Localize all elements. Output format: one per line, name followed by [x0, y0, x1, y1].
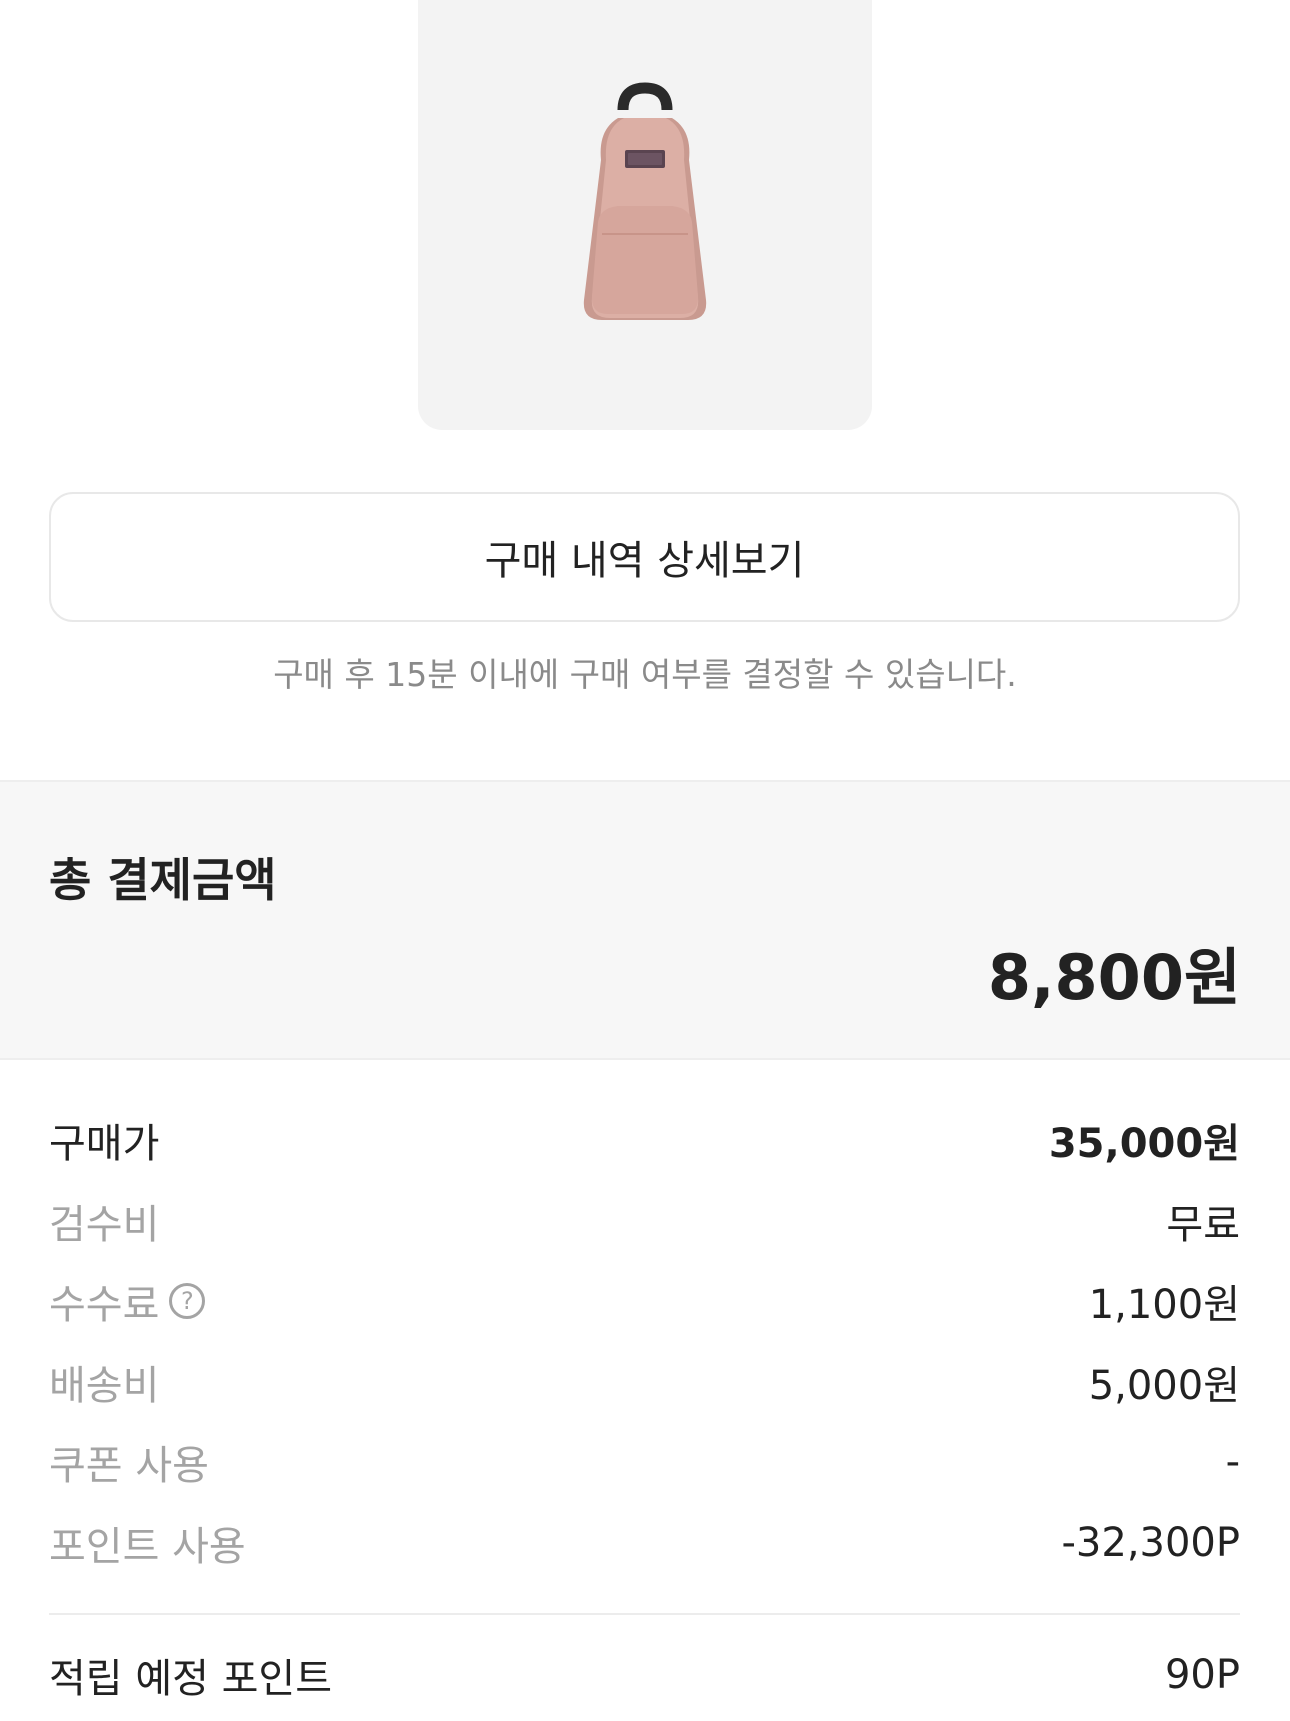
total-payment-amount: 8,800원 [987, 941, 1241, 1014]
expected-points-row: 적립 예정 포인트 90P [49, 1645, 1240, 1705]
help-icon[interactable]: ? [169, 1283, 206, 1320]
breakdown-label: 검수비 [49, 1201, 160, 1248]
total-payment-title: 총 결제금액 [49, 853, 277, 907]
breakdown-row-shipping-fee: 배송비 5,000원 [49, 1342, 1240, 1423]
breakdown-label-wrap: 수수료 ? [49, 1272, 206, 1330]
total-payment-section: 총 결제금액 8,800원 [0, 780, 1290, 1060]
breakdown-row-points-used: 포인트 사용 -32,300P [49, 1503, 1240, 1584]
expected-points-value: 90P [1164, 1652, 1240, 1698]
expected-points-label: 적립 예정 포인트 [49, 1656, 333, 1702]
backpack-image [583, 82, 707, 320]
breakdown-value: 무료 [1166, 1201, 1240, 1248]
decision-notice: 구매 후 15분 이내에 구매 여부를 결정할 수 있습니다. [273, 655, 1017, 694]
breakdown-label: 쿠폰 사용 [49, 1443, 209, 1490]
divider [49, 1613, 1240, 1615]
breakdown-value: 1,100원 [1088, 1282, 1240, 1329]
breakdown-label: 수수료 [49, 1282, 160, 1329]
product-image [418, 0, 872, 430]
breakdown-value: -32,300P [1061, 1519, 1240, 1566]
breakdown-value: 5,000원 [1088, 1362, 1240, 1409]
breakdown-value: - [1225, 1439, 1240, 1486]
breakdown-value: 35,000원 [1048, 1121, 1240, 1168]
breakdown-label: 배송비 [49, 1362, 160, 1409]
payment-breakdown: 구매가 35,000원 검수비 무료 수수료 ? 1,100원 배송비 5,00… [49, 1100, 1240, 1583]
breakdown-row-purchase-price: 구매가 35,000원 [49, 1100, 1240, 1181]
purchase-detail-button[interactable]: 구매 내역 상세보기 [49, 492, 1240, 622]
breakdown-row-coupon: 쿠폰 사용 - [49, 1422, 1240, 1503]
breakdown-row-commission: 수수료 ? 1,100원 [49, 1261, 1240, 1342]
breakdown-label: 구매가 [49, 1121, 160, 1168]
breakdown-label: 포인트 사용 [49, 1523, 246, 1570]
breakdown-row-inspection-fee: 검수비 무료 [49, 1181, 1240, 1262]
